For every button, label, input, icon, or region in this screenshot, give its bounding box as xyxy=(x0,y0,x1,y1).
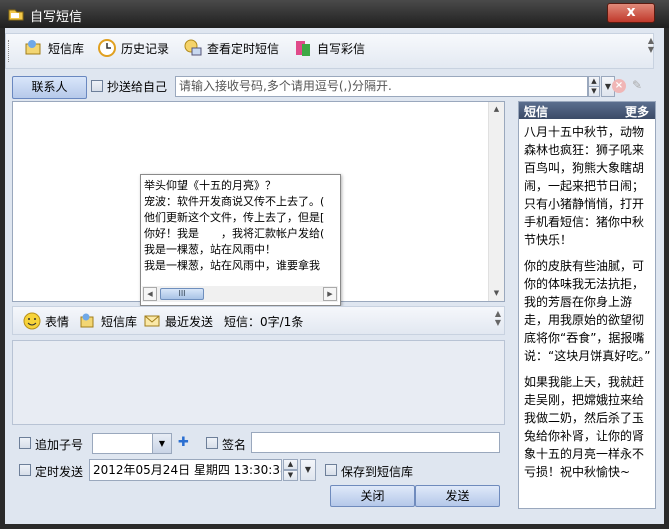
window-title: 自写短信 xyxy=(30,10,83,25)
plus-icon[interactable]: ✚ xyxy=(178,435,189,450)
smiley-icon xyxy=(23,312,41,330)
datetime-input[interactable]: 2012年05月24日 星期四 13:30:38 xyxy=(89,459,282,481)
toolbar-label: 历史记录 xyxy=(121,41,170,56)
recent-message-popup[interactable]: 举头仰望《十五的月亮》？ 宠波：软件开发商说又传不上去了。( 他们更新这个文件，… xyxy=(140,174,341,306)
compose-library-label: 短信库 xyxy=(101,314,138,329)
signature-input[interactable] xyxy=(251,432,500,453)
popup-line[interactable]: 我是一棵葱，站在风雨中，谁要拿我 xyxy=(144,258,340,274)
save-to-library-label: 保存到短信库 xyxy=(341,465,414,479)
add-sub-number-checkbox[interactable] xyxy=(19,437,31,449)
sub-number-select[interactable]: ▼ xyxy=(92,433,172,454)
toolbar-history[interactable]: 历史记录 xyxy=(97,38,169,58)
time-down-icon[interactable]: ▼ xyxy=(283,470,298,481)
time-up-icon[interactable]: ▲ xyxy=(283,459,298,470)
pin-icon[interactable]: ✎ xyxy=(632,78,646,94)
envelope-icon xyxy=(144,315,160,327)
popup-line[interactable]: 举头仰望《十五的月亮》？ xyxy=(144,178,340,194)
calendar-dropdown-icon[interactable]: ▼ xyxy=(300,459,316,481)
compose-toolbar: 表情 短信库 最近发送 短信：0字/1条 ▲ ▼ xyxy=(12,306,505,335)
side-message[interactable]: 八月十五中秋节，动物森林也疯狂：狮子吼来百鸟叫，狗熊大象瞎胡闹，一起来把节日闹；… xyxy=(524,123,652,249)
recent-sent-button[interactable]: 最近发送 xyxy=(143,312,213,330)
toolbar-label: 短信库 xyxy=(48,41,85,56)
sms-library-icon xyxy=(80,313,94,328)
side-message[interactable]: 你的皮肤有些油腻，可你的体味我无法抗拒，我的芳唇在你身上游走，用我原始的欲望彻底… xyxy=(524,257,652,365)
app-icon xyxy=(8,9,24,21)
chevron-down-icon[interactable]: ▼ xyxy=(152,434,171,453)
title-bar: 自写短信 x xyxy=(0,0,669,28)
clock-icon xyxy=(98,39,116,57)
side-message[interactable]: 如果我能上天，我就赶走吴刚，把嫦娥拉来给我做二奶，然后杀了玉兔给你补肾，让你的肾… xyxy=(524,373,652,481)
popup-lines: 举头仰望《十五的月亮》？ 宠波：软件开发商说又传不上去了。( 他们更新这个文件，… xyxy=(144,178,340,274)
delete-icon[interactable]: × xyxy=(612,79,626,93)
toolbar-sms-library[interactable]: 短信库 xyxy=(24,38,84,58)
scroll-left-icon[interactable]: ◀ xyxy=(143,287,157,301)
close-button[interactable]: 关闭 xyxy=(330,485,415,507)
char-count: 短信：0字/1条 xyxy=(224,314,304,329)
compose-area[interactable] xyxy=(12,340,505,425)
emoji-label: 表情 xyxy=(45,314,70,329)
side-panel-title: 短信 xyxy=(524,105,549,119)
toolbar-grip[interactable] xyxy=(8,40,12,62)
close-window-button[interactable]: x xyxy=(607,3,655,23)
spin-down-icon[interactable]: ▼ xyxy=(588,86,600,97)
send-button[interactable]: 发送 xyxy=(415,485,500,507)
cc-self-checkbox[interactable] xyxy=(91,80,103,92)
cc-self-label: 抄送给自己 xyxy=(107,80,168,94)
popup-line[interactable]: 我是一棵葱，站在风雨中！ xyxy=(144,242,340,258)
save-to-library-checkbox[interactable] xyxy=(325,464,337,476)
toolbar-mms[interactable]: 自写彩信 xyxy=(293,38,365,58)
scroll-up-icon[interactable]: ▲ xyxy=(489,102,504,117)
toolbar-timed-sms[interactable]: 查看定时短信 xyxy=(183,38,279,58)
signature-checkbox[interactable] xyxy=(206,437,218,449)
timed-send-label: 定时发送 xyxy=(35,465,84,479)
more-link[interactable]: 更多 xyxy=(625,103,649,120)
signature-label: 签名 xyxy=(222,438,247,452)
toolbar-overflow-icon[interactable]: ▲ ▼ xyxy=(646,36,656,66)
compose-library-button[interactable]: 短信库 xyxy=(79,312,137,330)
popup-line[interactable]: 宠波：软件开发商说又传不上去了。( xyxy=(144,194,340,210)
sms-library-icon xyxy=(25,40,41,55)
popup-line[interactable]: 你好！我是 ，我将汇款帐户发给( xyxy=(144,226,340,242)
scroll-right-icon[interactable]: ▶ xyxy=(323,287,337,301)
recipient-input[interactable]: 请输入接收号码,多个请用逗号(,)分隔开. xyxy=(175,76,588,97)
timed-sms-icon xyxy=(184,39,202,56)
message-scrollbar[interactable]: ▲ ▼ xyxy=(488,102,504,301)
compose-overflow-icon[interactable]: ▲ ▼ xyxy=(493,309,503,339)
toolbar-label: 查看定时短信 xyxy=(207,41,280,56)
contacts-button[interactable]: 联系人 xyxy=(12,76,87,99)
add-sub-number-label: 追加子号 xyxy=(35,438,84,452)
mms-icon xyxy=(296,41,310,56)
side-panel-header: 短信 更多 xyxy=(519,102,655,119)
emoji-button[interactable]: 表情 xyxy=(23,312,69,330)
recent-sent-label: 最近发送 xyxy=(165,314,214,329)
scroll-thumb[interactable]: III xyxy=(160,288,204,300)
timed-send-checkbox[interactable] xyxy=(19,464,31,476)
toolbar-label: 自写彩信 xyxy=(317,41,366,56)
popup-line[interactable]: 他们更新这个文件，传上去了，但是[ xyxy=(144,210,340,226)
scroll-down-icon[interactable]: ▼ xyxy=(489,286,504,301)
side-message-list: 八月十五中秋节，动物森林也疯狂：狮子吼来百鸟叫，狗熊大象瞎胡闹，一起来把节日闹；… xyxy=(524,123,652,489)
popup-hscrollbar[interactable]: ◀ III ▶ xyxy=(142,286,338,302)
